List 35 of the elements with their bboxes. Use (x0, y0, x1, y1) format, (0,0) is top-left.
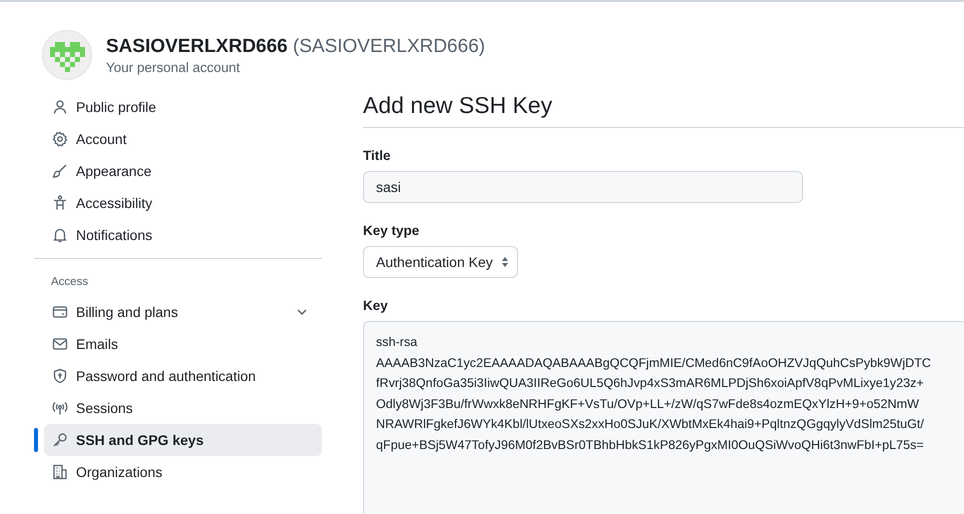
selection-indicator (34, 428, 38, 452)
shield-icon (52, 368, 68, 384)
key-icon (52, 432, 68, 448)
field-label: Key type (363, 223, 420, 238)
title-input-field[interactable]: sasi (363, 171, 803, 203)
sidebar-item[interactable]: Password and authentication (44, 360, 322, 392)
page-heading: Add new SSH Key (363, 92, 964, 128)
sidebar-item[interactable]: Emails (44, 328, 322, 360)
bell-icon (52, 227, 68, 243)
sort-arrows-icon (500, 256, 509, 268)
key-text-area[interactable]: ssh-rsa AAAAB3NzaC1yc2EAAAADAQABAAABgQCQFjmMIE/CMed6nC9fAoOHZVJqQuhCsPybk9WjDTC fRvrj38QnfoGa35i3IiwQUA3IIReGo6UL5Q6hJvp4xS3mAR6MLPDjSh6xoiApfV8qPvMLixye1y23z+ Odly8Wj3F3Bu/frWwxk8eNRHFgKF+VsTu/OVp+LL+/zW/qS7wFde8s4ozmEQxYlzH+9+o52NmW NRAWRlFgkefJ6WYk4Kbl/lUtxeoSXs2xxHo0SJuK/XWbtMxEk4hai9+PqltnzQGgqylyVdSlm25tuGt/ qFpue+BSj5W47TofyJ96M0f2BvBSr0TBhbHbkS1kP826yPgxMI0OuQSiWvoQHi6t3nwFbI+pL75s= (363, 321, 964, 514)
sidebar-item[interactable]: Appearance (44, 155, 322, 187)
avatar-icon (42, 30, 92, 80)
section-heading: Access (50, 275, 90, 290)
paintbrush-icon (52, 163, 68, 179)
sidebar-item[interactable]: Accessibility (44, 187, 322, 219)
sidebar-item[interactable]: Organizations (44, 456, 322, 488)
accessibility-icon (52, 195, 68, 211)
credit-card-icon (52, 304, 68, 320)
broadcast-icon (52, 400, 68, 416)
sidebar-item[interactable]: SSH and GPG keys (44, 424, 322, 456)
sidebar-item[interactable]: Account (44, 123, 322, 155)
sidebar-item[interactable]: Public profile (44, 91, 322, 123)
envelope-icon (52, 336, 68, 352)
sidebar-item[interactable]: Billing and plans (44, 296, 322, 328)
account-subtitle: Your personal account (106, 60, 241, 74)
gear-icon (52, 131, 68, 147)
key-type-select[interactable]: Authentication Key (363, 246, 518, 278)
person-icon (52, 99, 68, 115)
building-icon (52, 464, 68, 480)
field-label: Title (363, 148, 392, 163)
sidebar-item[interactable]: Sessions (44, 392, 322, 424)
sidebar-item[interactable]: Notifications (44, 219, 322, 251)
account-name: SASIOVERLXRD666 (SASIOVERLXRD666) (106, 36, 486, 58)
field-label: Key (363, 298, 389, 313)
